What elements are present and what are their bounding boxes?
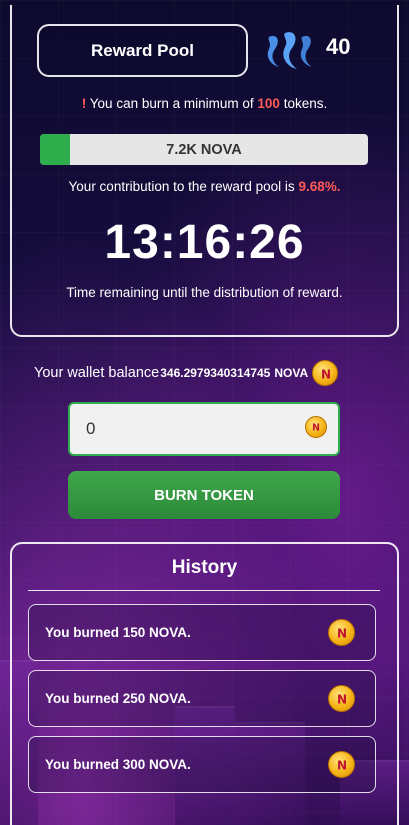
svg-text:N: N [321,368,331,382]
warning-mark: ! [81,96,87,111]
contribution-prefix: Your contribution to the reward pool is [68,179,295,194]
reward-pool-total: 7.2K NOVA [166,141,242,158]
contribution-text: Your contribution to the reward pool is … [0,179,409,194]
wallet-balance-amount: 346.2979340314745 [160,366,271,380]
reward-pool-button[interactable]: Reward Pool [37,24,248,77]
svg-text:N: N [337,693,347,707]
countdown-timer: 13:16:26 [104,216,305,269]
reward-pool-label: Reward Pool [91,40,194,60]
nova-coin-icon: N [312,360,339,386]
history-item: You burned 250 NOVA. N [28,670,376,727]
steem-count: 40 [326,34,351,59]
nova-coin-icon: N [328,751,355,778]
svg-text:N: N [337,759,347,773]
reward-pool-progress-bar: 7.2K NOVA [40,134,368,165]
svg-text:N: N [337,627,347,641]
countdown-caption: Time remaining until the distribution of… [66,285,343,300]
nova-coin-icon: N [328,685,355,712]
burn-token-button[interactable]: BURN TOKEN [68,471,340,519]
wallet-balance-row: Your wallet balance 346.2979340314745 NO… [34,359,379,387]
history-item: You burned 300 NOVA. N [28,736,376,793]
history-title: History [171,557,238,578]
notice-prefix: You can burn a minimum of [89,96,254,111]
notice-suffix: tokens. [283,96,328,111]
history-item-text: You burned 250 NOVA. [45,691,191,706]
burn-amount-input[interactable] [68,402,340,456]
steem-logo-icon [267,32,312,69]
history-item-text: You burned 150 NOVA. [45,625,191,640]
wallet-balance-label: Your wallet balance [34,365,160,381]
minimum-burn-notice: ! You can burn a minimum of 100 tokens. [0,96,409,111]
wallet-balance-unit: NOVA [274,366,309,380]
svg-text:N: N [312,423,320,434]
nova-coin-icon: N [305,416,327,438]
nova-coin-icon: N [328,619,355,646]
history-item-text: You burned 300 NOVA. [45,757,191,772]
contribution-percent: 9.68%. [298,179,341,194]
history-item: You burned 150 NOVA. N [28,604,376,661]
history-divider [28,590,380,591]
minimum-token-amount: 100 [257,96,280,111]
